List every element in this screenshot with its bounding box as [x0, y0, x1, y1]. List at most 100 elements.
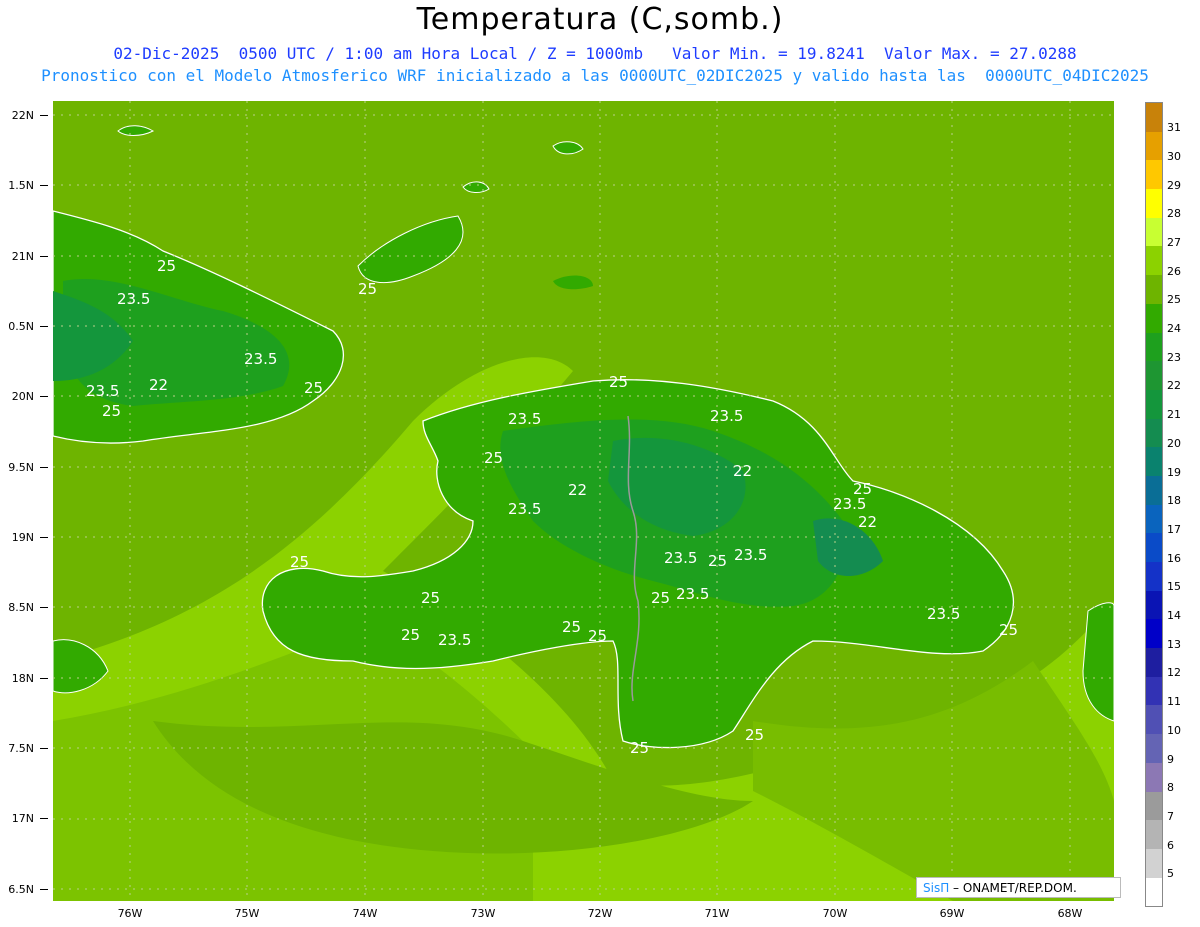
contour-label: 22	[858, 513, 877, 531]
map-title: Temperatura (C,somb.)	[416, 2, 784, 37]
colorbar-segment	[1146, 361, 1162, 390]
colorbar-label: 30	[1167, 150, 1181, 163]
contour-label: 23.5	[508, 410, 541, 428]
lon-label: 71W	[704, 907, 730, 920]
contour-label: 22	[149, 376, 168, 394]
lat-tick	[40, 467, 48, 468]
credit-box: SisΠ – ONAMET/REP.DOM.	[916, 877, 1121, 898]
colorbar-label: 21	[1167, 408, 1181, 421]
contour-label: 25	[484, 449, 503, 467]
lon-label: 72W	[587, 907, 613, 920]
contour-label: 25	[401, 626, 420, 644]
colorbar-segment	[1146, 533, 1162, 562]
lon-label: 74W	[352, 907, 378, 920]
lon-label: 70W	[822, 907, 848, 920]
colorbar-segment	[1146, 562, 1162, 591]
contour-label: 25	[562, 618, 581, 636]
lon-label: 73W	[470, 907, 496, 920]
colorbar-segment	[1146, 848, 1162, 878]
colorbar-label: 14	[1167, 609, 1181, 622]
colorbar-label: 5	[1167, 867, 1174, 880]
colorbar-label: 11	[1167, 695, 1181, 708]
contour-label: 25	[421, 589, 440, 607]
colorbar-segment	[1146, 447, 1162, 476]
lat-label: 18N	[11, 672, 34, 685]
map-canvas: 25 23.5 23.5 23.5 25 22 25 25 25 23.5 23…	[53, 101, 1114, 901]
colorbar-segment	[1146, 303, 1162, 333]
temperature-map: 25 23.5 23.5 23.5 25 22 25 25 25 23.5 23…	[53, 101, 1114, 901]
colorbar-label: 8	[1167, 781, 1174, 794]
lat-tick	[40, 396, 48, 397]
contour-label: 23.5	[734, 546, 767, 564]
lat-tick	[40, 748, 48, 749]
contour-label: 23.5	[438, 631, 471, 649]
colorbar-segment	[1146, 762, 1162, 792]
colorbar-segment	[1146, 791, 1162, 821]
contour-label: 23.5	[508, 500, 541, 518]
contour-label: 23.5	[244, 350, 277, 368]
lat-tick	[40, 889, 48, 890]
colorbar-label: 16	[1167, 552, 1181, 565]
colorbar-label: 6	[1167, 839, 1174, 852]
lat-label: 0.5N	[8, 320, 34, 333]
colorbar-segment	[1146, 332, 1162, 362]
colorbar-label: 25	[1167, 293, 1181, 306]
contour-label: 25	[999, 621, 1018, 639]
colorbar-segment	[1146, 418, 1162, 448]
colorbar	[1145, 102, 1163, 908]
lat-label: 20N	[11, 390, 34, 403]
colorbar-label: 9	[1167, 753, 1174, 766]
colorbar-label: 23	[1167, 351, 1181, 364]
lat-label: 8.5N	[8, 601, 34, 614]
lat-tick	[40, 678, 48, 679]
colorbar-segment	[1146, 820, 1162, 849]
colorbar-segment	[1146, 877, 1162, 907]
colorbar-label: 24	[1167, 322, 1181, 335]
colorbar-label: 12	[1167, 666, 1181, 679]
lat-tick	[40, 115, 48, 116]
contour-label: 23.5	[833, 495, 866, 513]
contour-label: 22	[733, 462, 752, 480]
lon-label: 68W	[1057, 907, 1083, 920]
contour-label: 22	[568, 481, 587, 499]
lat-label: 17N	[11, 812, 34, 825]
lat-label: 7.5N	[8, 742, 34, 755]
contour-label: 23.5	[664, 549, 697, 567]
contour-label: 23.5	[927, 605, 960, 623]
lon-label: 76W	[117, 907, 143, 920]
lat-tick	[40, 607, 48, 608]
colorbar-segment	[1146, 705, 1162, 735]
colorbar-label: 22	[1167, 379, 1181, 392]
lat-tick	[40, 185, 48, 186]
lat-label: 19N	[11, 531, 34, 544]
contour-label: 25	[609, 373, 628, 391]
contour-label: 25	[651, 589, 670, 607]
colorbar-segment	[1146, 131, 1162, 161]
colorbar-segment	[1146, 217, 1162, 247]
contour-label: 25	[630, 739, 649, 757]
contour-label: 25	[745, 726, 764, 744]
colorbar-segment	[1146, 504, 1162, 534]
contour-label: 25	[588, 627, 607, 645]
lat-tick	[40, 326, 48, 327]
contour-label: 25	[157, 257, 176, 275]
contour-label: 25	[358, 280, 377, 298]
contour-label: 25	[708, 552, 727, 570]
lon-label: 75W	[234, 907, 260, 920]
colorbar-segment	[1146, 275, 1162, 304]
colorbar-label: 17	[1167, 523, 1181, 536]
colorbar-segment	[1146, 619, 1162, 649]
lat-tick	[40, 256, 48, 257]
forecast-time-line: 02-Dic-2025 0500 UTC / 1:00 am Hora Loca…	[113, 44, 1077, 63]
colorbar-label: 20	[1167, 437, 1181, 450]
colorbar-label: 29	[1167, 179, 1181, 192]
lat-label: 22N	[11, 109, 34, 122]
colorbar-label: 13	[1167, 638, 1181, 651]
colorbar-segment	[1146, 734, 1162, 763]
colorbar-label: 27	[1167, 236, 1181, 249]
colorbar-segment	[1146, 676, 1162, 706]
lon-label: 69W	[939, 907, 965, 920]
colorbar-segment	[1146, 189, 1162, 218]
colorbar-label: 31	[1167, 121, 1181, 134]
colorbar-segment	[1146, 389, 1162, 419]
